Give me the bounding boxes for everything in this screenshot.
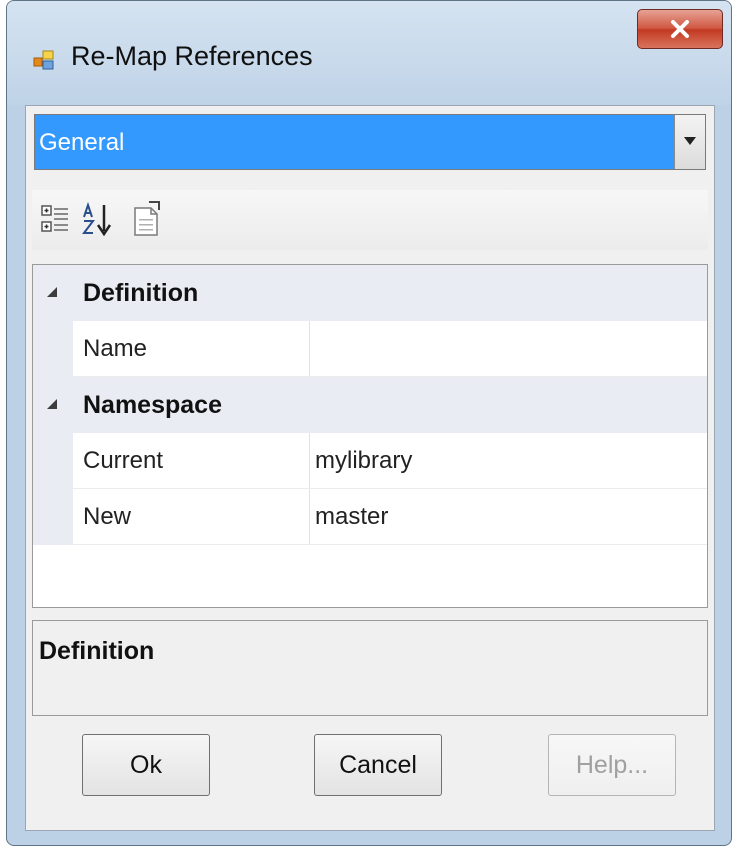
help-button[interactable]: Help... [548,734,676,796]
property-row-current[interactable]: Current mylibrary [33,433,707,489]
property-value[interactable]: master [315,503,388,531]
category-label: Definition [83,279,199,307]
object-selector-dropdown[interactable]: General [34,114,706,170]
dialog-content: General Definition Name Namespace Curren… [25,105,715,831]
column-divider [309,489,310,545]
description-title: Definition [39,637,155,665]
property-name: Current [83,447,164,474]
property-row-name[interactable]: Name [33,321,707,377]
row-gutter [33,321,73,377]
close-icon [670,19,690,39]
property-name: New [83,503,132,530]
window-title: Re-Map References [71,41,313,71]
property-pages-icon [131,200,163,238]
property-value[interactable]: mylibrary [315,447,412,475]
close-button[interactable] [637,9,723,49]
property-grid-toolbar [32,190,708,250]
ok-button[interactable]: Ok [82,734,210,796]
alphabetical-sort-button[interactable] [78,198,116,240]
dropdown-arrow-button[interactable] [674,115,705,169]
property-name: Name [83,335,148,362]
selector-value: General [39,129,125,156]
app-icon [33,49,55,71]
cancel-button[interactable]: Cancel [314,734,442,796]
category-row-namespace[interactable]: Namespace [33,377,707,433]
categorized-view-button[interactable] [36,198,74,240]
column-divider [309,433,310,489]
property-pages-button[interactable] [128,198,166,240]
row-gutter [33,489,73,545]
category-label: Namespace [83,391,222,419]
categorized-view-icon [40,202,70,236]
category-row-definition[interactable]: Definition [33,265,707,321]
dialog-window: Re-Map References General Definition Nam… [6,0,732,846]
property-row-new[interactable]: New master [33,489,707,545]
property-grid: Definition Name Namespace Current mylibr… [32,264,708,608]
row-gutter [33,433,73,489]
collapse-triangle-icon[interactable] [47,287,57,297]
description-panel: Definition [32,620,708,716]
chevron-down-icon [683,133,697,151]
title-bar[interactable]: Re-Map References [7,1,731,105]
alphabetical-sort-icon [80,201,114,237]
column-divider [309,321,310,377]
row-divider [73,544,707,545]
collapse-triangle-icon[interactable] [47,399,57,409]
